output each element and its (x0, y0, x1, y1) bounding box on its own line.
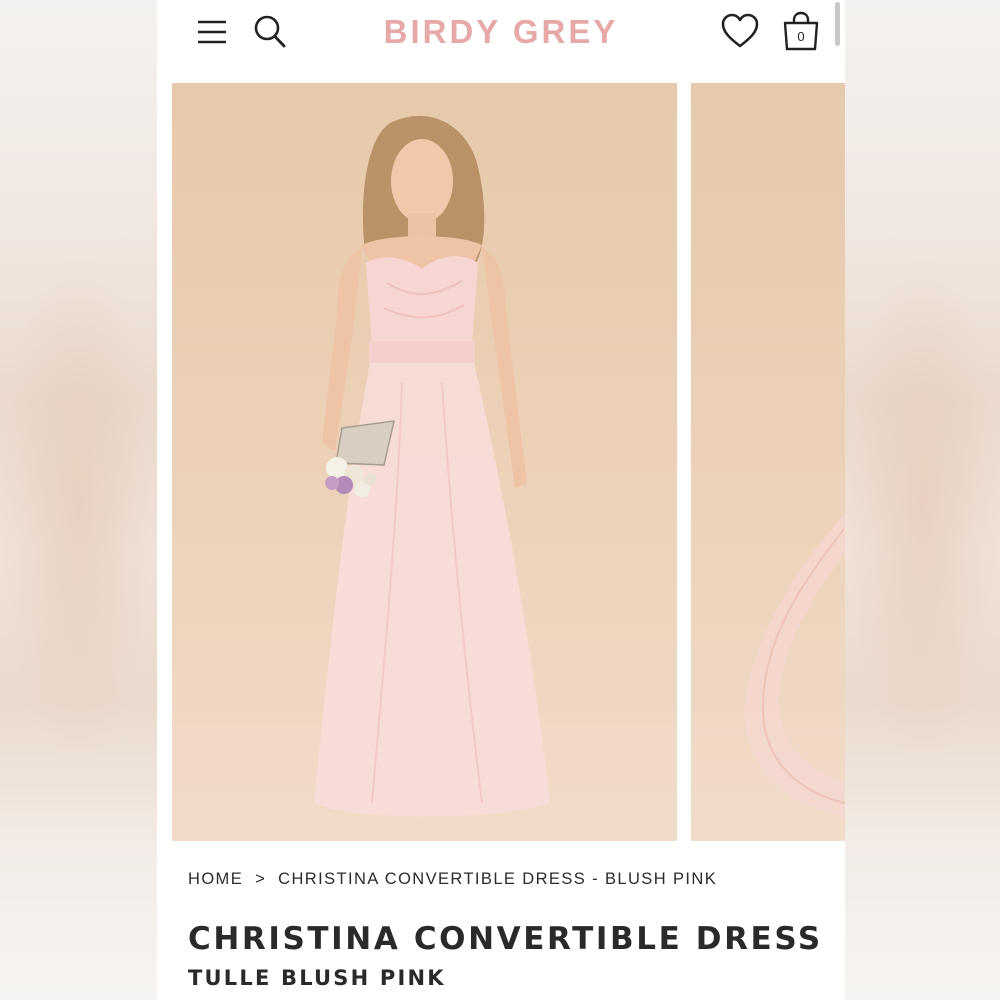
shopping-bag-icon[interactable]: 0 (781, 10, 821, 52)
breadcrumb-home-link[interactable]: HOME (188, 870, 243, 888)
product-subtitle: TULLE BLUSH PINK (188, 966, 446, 990)
heart-icon[interactable] (720, 12, 760, 50)
product-image-main[interactable] (172, 83, 677, 841)
site-header: BIRDY GREY 0 (157, 0, 845, 66)
product-image-carousel[interactable] (157, 83, 845, 841)
product-image-next[interactable] (691, 83, 845, 841)
breadcrumb-current: CHRISTINA CONVERTIBLE DRESS - BLUSH PINK (278, 870, 718, 888)
breadcrumb: HOME > CHRISTINA CONVERTIBLE DRESS - BLUSH… (188, 870, 717, 889)
bag-count: 0 (797, 29, 805, 44)
product-page: BIRDY GREY 0 HOME > CHRISTINA CONVERTIBL… (157, 0, 845, 1000)
scrollbar[interactable] (835, 2, 840, 46)
breadcrumb-separator: > (255, 870, 267, 888)
background-blur-right (845, 0, 1000, 1000)
background-blur-left (0, 0, 157, 1000)
product-title: CHRISTINA CONVERTIBLE DRESS (188, 921, 823, 957)
